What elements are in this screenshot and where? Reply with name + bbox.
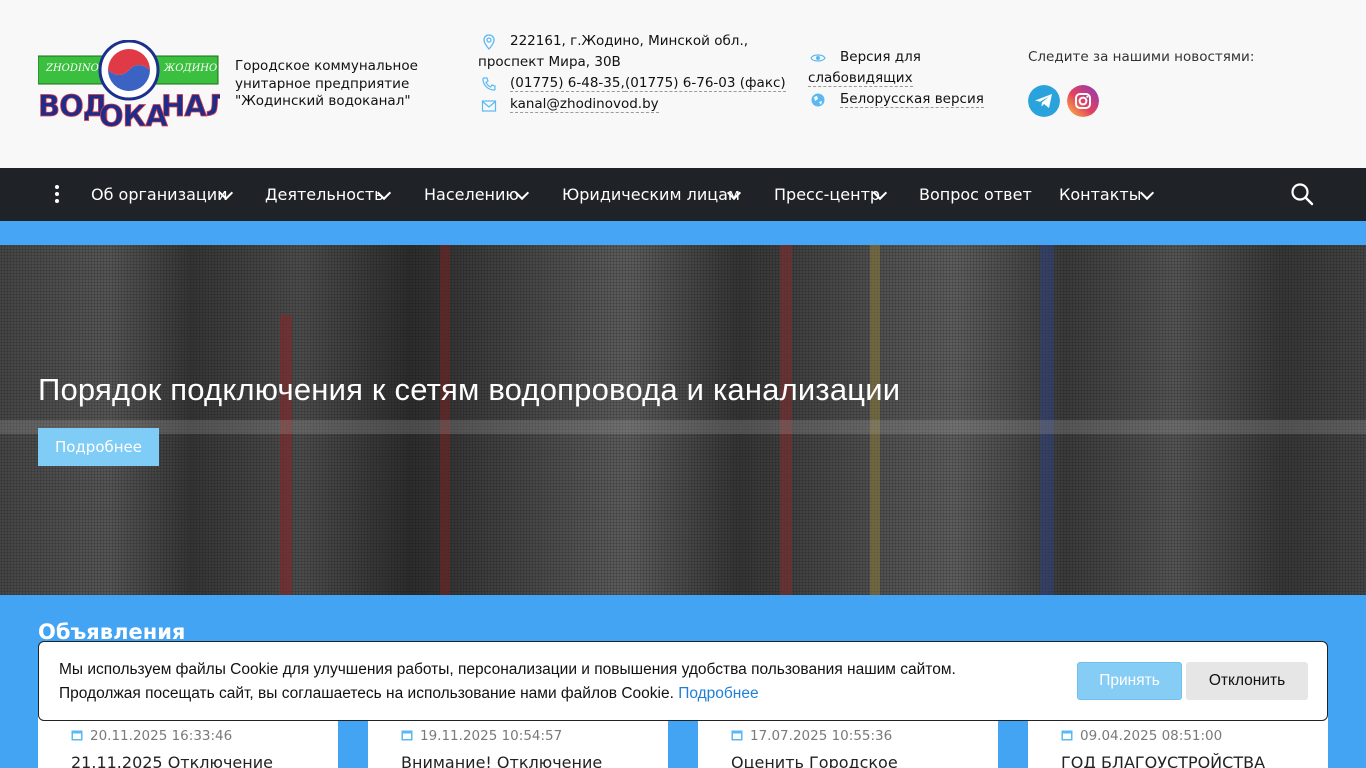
announcement-title[interactable]: ГОД БЛАГОУСТРОЙСТВА [1061, 753, 1265, 768]
site-header: ZHODINO ЖОДИНО ВОД ОКА НАЛ Городское ком… [0, 0, 1366, 168]
cookie-message-line2: Продолжая посещать сайт, вы соглашаетесь… [59, 685, 674, 702]
address-line-1: 222161, г.Жодино, Минской обл., [510, 33, 749, 49]
eye-icon [810, 54, 826, 62]
phone-link-2[interactable]: (01775) 6-76-03 (факс) [625, 75, 786, 92]
announcement-date: 19.11.2025 10:54:57 [420, 728, 563, 744]
nav-item-about[interactable]: Об организации [91, 168, 228, 221]
nav-item-legal-entities[interactable]: Юридическим лицам [562, 168, 740, 221]
cookie-message: Мы используем файлы Cookie для улучшения… [59, 658, 1059, 706]
address-line-2: проспект Мира, 30В [478, 54, 621, 70]
pipe-decoration [280, 315, 292, 595]
announcement-date: 20.11.2025 16:33:46 [90, 728, 233, 744]
low-vision-link-line1[interactable]: Версия для [840, 47, 921, 68]
announcement-date: 17.07.2025 10:55:36 [750, 728, 893, 744]
main-navigation: Об организации Деятельность Населению Юр… [0, 168, 1366, 221]
cookie-more-link[interactable]: Подробнее [678, 685, 758, 702]
email-link[interactable]: kanal@zhodinovod.by [510, 96, 659, 113]
svg-text:ОКА: ОКА [99, 99, 168, 128]
email-icon [481, 100, 497, 112]
search-icon[interactable] [1290, 182, 1314, 206]
announcement-title[interactable]: 21.11.2025 Отключение [71, 753, 273, 768]
announcement-title[interactable]: Оценить Городское [731, 753, 898, 768]
pipe-decoration [0, 420, 1366, 434]
organization-name: Городское коммунальное унитарное предпри… [235, 58, 418, 109]
calendar-icon [401, 730, 413, 741]
announcement-card[interactable]: 17.07.2025 10:55:36 Оценить Городское [698, 715, 998, 768]
logo[interactable]: ZHODINO ЖОДИНО ВОД ОКА НАЛ [38, 40, 220, 128]
cookie-accept-button[interactable]: Принять [1077, 662, 1182, 700]
svg-text:ZHODINO: ZHODINO [45, 63, 99, 74]
hero-more-button[interactable]: Подробнее [38, 428, 159, 466]
nav-item-contacts[interactable]: Контакты [1059, 168, 1141, 221]
low-vision-link-line2[interactable]: слабовидящих [808, 70, 913, 87]
nav-item-activity[interactable]: Деятельность [265, 168, 384, 221]
belarusian-version-link[interactable]: Белорусская версия [840, 91, 984, 108]
phone-icon [482, 77, 496, 91]
announcement-card[interactable]: 20.11.2025 16:33:46 21.11.2025 Отключени… [38, 715, 338, 768]
telegram-icon[interactable] [1028, 85, 1060, 117]
cookie-decline-button[interactable]: Отклонить [1186, 662, 1308, 700]
svg-text:ВОД: ВОД [38, 89, 108, 123]
svg-text:ЖОДИНО: ЖОДИНО [163, 63, 217, 74]
nav-item-population[interactable]: Населению [424, 168, 519, 221]
nav-item-press-center[interactable]: Пресс-центр [774, 168, 880, 221]
location-pin-icon [483, 34, 495, 50]
hero-banner [0, 245, 1366, 595]
hero-title: Порядок подключения к сетям водопровода … [38, 372, 901, 407]
calendar-icon [71, 730, 83, 741]
calendar-icon [731, 730, 743, 741]
accent-strip [0, 221, 1366, 245]
instagram-icon[interactable] [1067, 85, 1099, 117]
cookie-banner: Мы используем файлы Cookie для улучшения… [38, 641, 1328, 721]
more-menu-icon[interactable] [50, 185, 64, 205]
phone-link-1[interactable]: (01775) 6-48-35, [510, 75, 625, 92]
nav-item-faq[interactable]: Вопрос ответ [919, 168, 1032, 221]
announcement-title[interactable]: Внимание! Отключение [401, 753, 602, 768]
announcement-date: 09.04.2025 08:51:00 [1080, 728, 1223, 744]
follow-text: Следите за нашими новостями: [1028, 49, 1255, 65]
globe-icon [811, 93, 825, 107]
svg-text:НАЛ: НАЛ [161, 89, 220, 123]
chevron-down-icon [1139, 185, 1155, 201]
cookie-message-line1: Мы используем файлы Cookie для улучшения… [59, 661, 956, 678]
announcement-card[interactable]: 09.04.2025 08:51:00 ГОД БЛАГОУСТРОЙСТВА [1028, 715, 1328, 768]
calendar-icon [1061, 730, 1073, 741]
announcement-card[interactable]: 19.11.2025 10:54:57 Внимание! Отключение [368, 715, 668, 768]
